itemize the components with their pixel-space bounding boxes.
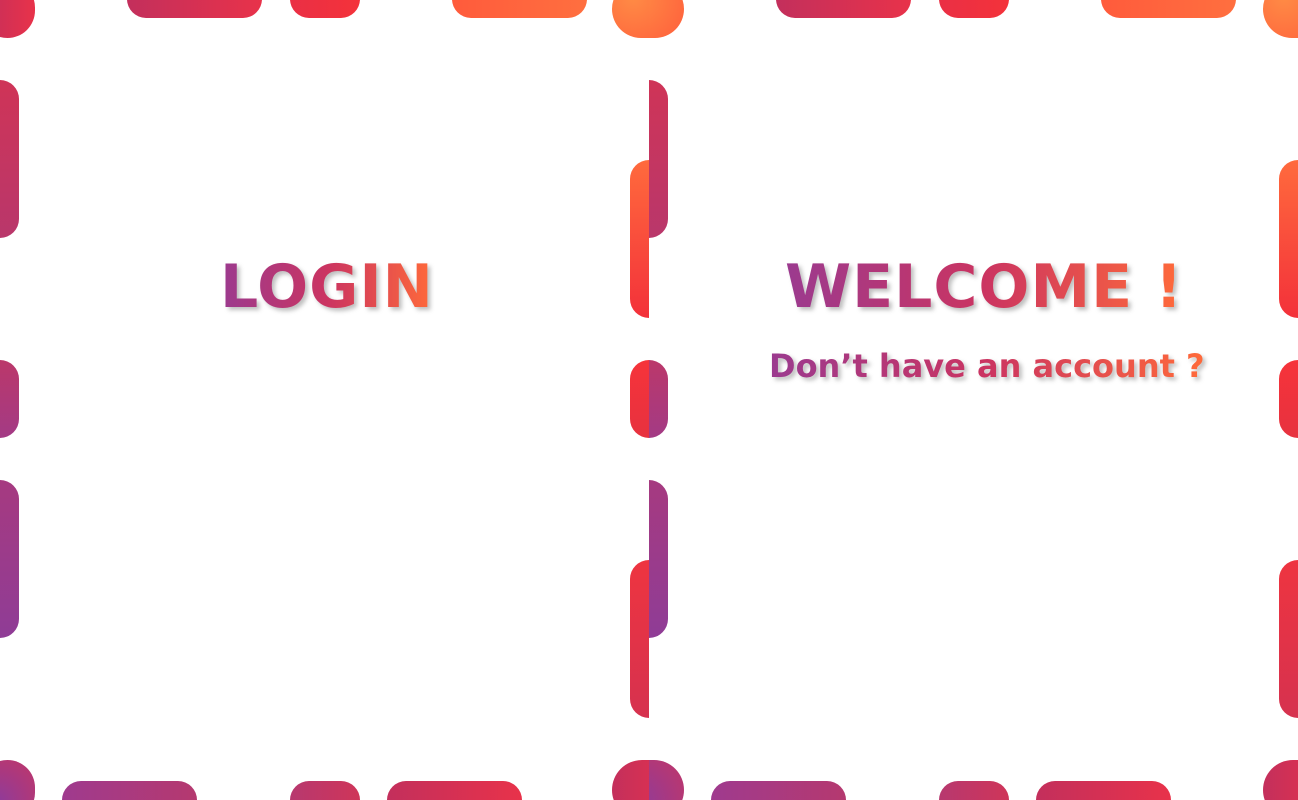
- decorative-pill: [711, 781, 846, 800]
- decorative-pill: [1263, 0, 1298, 38]
- decorative-pill: [649, 80, 668, 238]
- welcome-title: WELCOME !: [785, 252, 1184, 322]
- decorative-pill: [776, 0, 911, 18]
- decorative-pill: [649, 360, 668, 438]
- decorative-pill: [0, 480, 19, 638]
- decorative-pill: [1263, 760, 1298, 800]
- decorative-pill: [0, 80, 19, 238]
- decorative-pill: [62, 781, 197, 800]
- decorative-pill: [1279, 160, 1298, 318]
- decorative-pill: [387, 781, 522, 800]
- decorative-pill: [1101, 0, 1236, 18]
- decorative-pill: [939, 781, 1009, 800]
- decorative-pill: [0, 360, 19, 438]
- decorative-pill: [630, 560, 649, 718]
- decorative-pill: [649, 760, 684, 800]
- decorative-pill: [127, 0, 262, 18]
- signup-prompt-link[interactable]: Don’t have an account ?: [769, 347, 1205, 385]
- decorative-pill: [1279, 360, 1298, 438]
- decorative-pill: [290, 781, 360, 800]
- login-panel: LOGIN: [0, 0, 649, 800]
- decorative-pill: [1279, 560, 1298, 718]
- decorative-pill: [1036, 781, 1171, 800]
- decorative-pill: [0, 760, 35, 800]
- decorative-pill: [630, 160, 649, 318]
- decorative-pill: [452, 0, 587, 18]
- decorative-pill: [939, 0, 1009, 18]
- decorative-pill: [0, 0, 35, 38]
- decorative-pill: [612, 0, 649, 38]
- decorative-pill: [630, 360, 649, 438]
- decorative-pill: [290, 0, 360, 18]
- welcome-panel: WELCOME ! Don’t have an account ?: [649, 0, 1298, 800]
- decorative-pill: [612, 760, 649, 800]
- decorative-pill: [649, 0, 684, 38]
- login-title: LOGIN: [220, 252, 434, 322]
- decorative-pill: [649, 480, 668, 638]
